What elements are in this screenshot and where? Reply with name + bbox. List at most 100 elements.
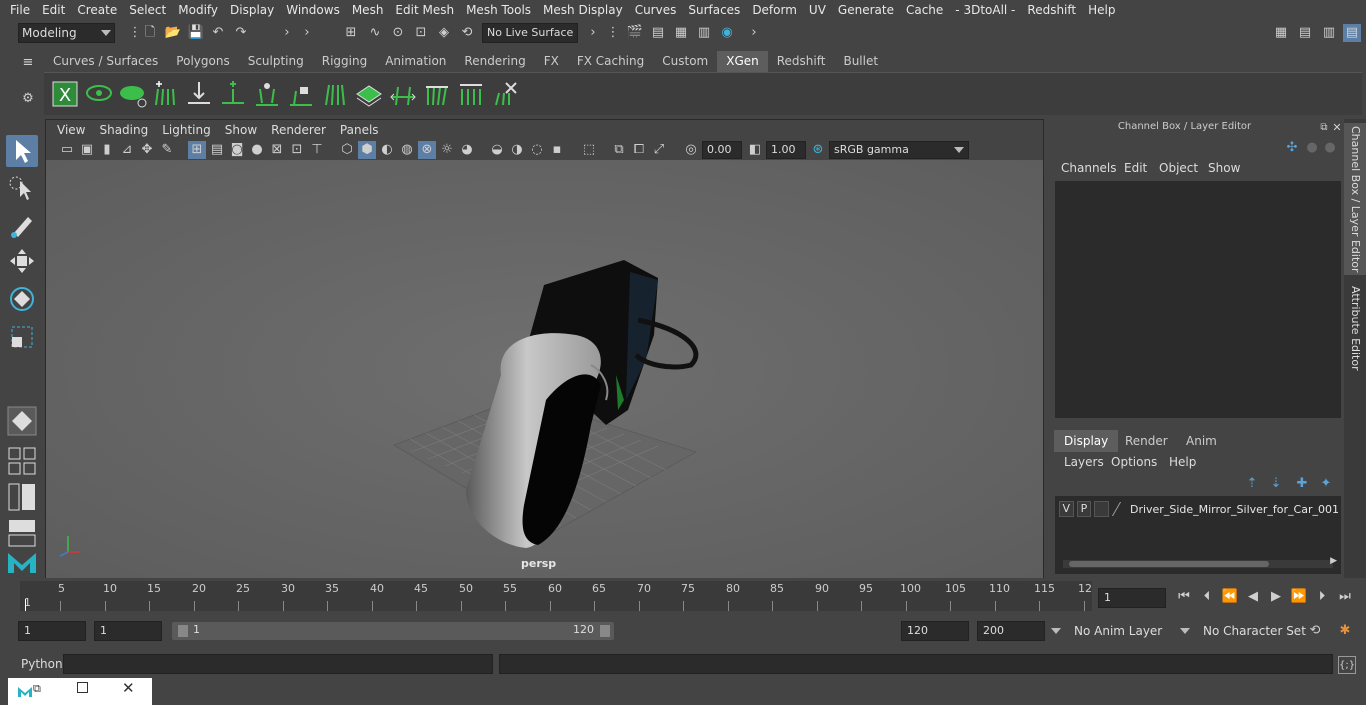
xgen-preview-icon[interactable] xyxy=(84,79,114,109)
playback-end-field[interactable]: 120 xyxy=(901,621,969,641)
layer-visibility-toggle[interactable]: V xyxy=(1059,501,1074,517)
move-layer-down-icon[interactable]: ⇣ xyxy=(1267,475,1285,493)
render-sequence-icon[interactable]: ▤ xyxy=(649,24,667,42)
xgen-place-guide-icon[interactable] xyxy=(184,79,214,109)
layer-name[interactable]: Driver_Side_Mirror_Silver_for_Car_001 xyxy=(1130,503,1339,516)
viewport-menu-shading[interactable]: Shading xyxy=(92,120,155,140)
step-forward-icon[interactable]: ⏵ xyxy=(1313,588,1331,606)
menu-curves[interactable]: Curves xyxy=(629,0,683,20)
menu-mesh-tools[interactable]: Mesh Tools xyxy=(460,0,537,20)
menu-mesh[interactable]: Mesh xyxy=(346,0,390,20)
open-scene-icon[interactable]: 📂 xyxy=(164,24,182,42)
snap-grid-icon[interactable]: ⊞ xyxy=(342,24,360,42)
step-back-icon[interactable]: ⏴ xyxy=(1198,588,1216,606)
smooth-shade-icon[interactable]: ⬢ xyxy=(358,141,376,159)
scroll-right-icon[interactable]: ▶ xyxy=(1330,556,1337,566)
render-settings-icon[interactable]: ▥ xyxy=(695,24,713,42)
go-to-end-icon[interactable]: ⏭ xyxy=(1336,588,1354,606)
restore-icon[interactable]: ⧉ xyxy=(33,682,41,696)
colorspace-select[interactable]: sRGB gamma xyxy=(829,141,969,159)
character-set-label[interactable]: No Character Set xyxy=(1203,624,1306,638)
channelbox-show-menu[interactable]: Show xyxy=(1208,161,1240,175)
bookmark-icon[interactable]: ▮ xyxy=(98,141,116,159)
anti-aliasing-icon[interactable]: ◌ xyxy=(528,141,546,159)
textured-icon[interactable]: ◍ xyxy=(398,141,416,159)
use-all-lights-icon[interactable]: ☼ xyxy=(438,141,456,159)
shelf-tab-xgen[interactable]: XGen xyxy=(717,51,768,72)
range-slider[interactable]: 1 120 xyxy=(172,622,614,640)
current-time-marker[interactable] xyxy=(25,599,26,611)
viewport-menu-view[interactable]: View xyxy=(50,120,92,140)
xgen-editor-icon[interactable]: X xyxy=(50,79,80,109)
expand-arrow-icon-2[interactable]: › xyxy=(298,24,316,42)
channel-circle-icon[interactable]: ● xyxy=(1303,139,1321,157)
chevron-down-icon[interactable] xyxy=(1051,628,1061,634)
menu-modify[interactable]: Modify xyxy=(172,0,224,20)
menu-cache[interactable]: Cache xyxy=(900,0,949,20)
script-editor-icon[interactable]: {;} xyxy=(1338,656,1356,674)
grease-pencil-icon[interactable]: ✎ xyxy=(158,141,176,159)
camera-attributes-icon[interactable]: ▣ xyxy=(78,141,96,159)
select-tool-arrow-icon[interactable] xyxy=(6,135,38,167)
four-view-layout-icon[interactable] xyxy=(6,445,38,477)
shelf-tab-redshift[interactable]: Redshift xyxy=(767,51,835,72)
close-window-icon[interactable]: ✕ xyxy=(122,679,135,697)
menu-select[interactable]: Select xyxy=(123,0,172,20)
snap-curve-icon[interactable]: ∿ xyxy=(366,24,384,42)
new-layer-icon[interactable]: ✚ xyxy=(1293,475,1311,493)
xgen-lock-guide-icon[interactable] xyxy=(286,79,316,109)
xgen-guide-eye-icon[interactable] xyxy=(252,79,282,109)
snap-surface-icon[interactable]: ◈ xyxy=(435,24,453,42)
menu-file[interactable]: File xyxy=(4,0,36,20)
expand-arrow-icon[interactable]: › xyxy=(278,24,296,42)
go-to-start-icon[interactable]: ⏮ xyxy=(1175,588,1193,606)
shelf-tab-rigging[interactable]: Rigging xyxy=(312,51,377,72)
expand-arrow-icon-3[interactable]: › xyxy=(584,24,602,42)
maximize-icon[interactable] xyxy=(77,682,88,693)
channel-box-toggle-icon[interactable]: ▤ xyxy=(1343,24,1361,42)
layer-color-swatch[interactable] xyxy=(1111,502,1131,516)
layer-tab-render[interactable]: Render xyxy=(1115,430,1178,452)
resolution-gate-icon[interactable]: ◙ xyxy=(228,141,246,159)
start-time-field[interactable]: 1 xyxy=(18,621,86,641)
frame-selection-icon[interactable]: ⧠ xyxy=(630,141,648,159)
menu-edit[interactable]: Edit xyxy=(36,0,71,20)
channelbox-object-menu[interactable]: Object xyxy=(1159,161,1198,175)
workspace-icon[interactable]: ▦ xyxy=(1272,24,1290,42)
prev-key-icon[interactable]: ⏪ xyxy=(1221,588,1239,606)
shelf-tab-fx[interactable]: FX xyxy=(534,51,568,72)
script-language-label[interactable]: Python xyxy=(21,657,63,671)
play-backwards-icon[interactable]: ◀ xyxy=(1244,588,1262,606)
undo-icon[interactable]: ↶ xyxy=(209,24,227,42)
wireframe-icon[interactable]: ⬡ xyxy=(338,141,356,159)
menu-generate[interactable]: Generate xyxy=(832,0,900,20)
xgen-groom-icon[interactable] xyxy=(456,79,486,109)
menu-uv[interactable]: UV xyxy=(803,0,832,20)
layer-playback-toggle[interactable]: P xyxy=(1076,501,1092,517)
lasso-select-icon[interactable] xyxy=(6,173,38,205)
layers-menu[interactable]: Layers xyxy=(1064,455,1104,469)
shelf-tab-rendering[interactable]: Rendering xyxy=(455,51,535,72)
perspective-viewport[interactable]: persp xyxy=(46,160,1043,578)
viewport-menu-lighting[interactable]: Lighting xyxy=(155,120,218,140)
viewport-menu-show[interactable]: Show xyxy=(218,120,264,140)
layer-scrollbar[interactable]: ▶ xyxy=(1063,556,1337,568)
ipr-render-icon[interactable]: ▦ xyxy=(672,24,690,42)
current-frame-field[interactable]: 1 xyxy=(1098,588,1166,608)
xgen-comb-icon[interactable] xyxy=(422,79,452,109)
xgen-clear-preview-icon[interactable] xyxy=(118,79,148,109)
motion-blur-icon[interactable]: ◑ xyxy=(508,141,526,159)
paint-select-icon[interactable] xyxy=(6,209,38,241)
shelf-settings-gear-icon[interactable]: ⚙ xyxy=(19,90,37,108)
menu-mesh-display[interactable]: Mesh Display xyxy=(537,0,629,20)
auto-key-icon[interactable]: ⟲ xyxy=(1306,622,1324,640)
frame-all-icon[interactable]: ⧉ xyxy=(610,141,628,159)
menu-create[interactable]: Create xyxy=(71,0,123,20)
layer-scrollbar-thumb[interactable] xyxy=(1069,561,1269,567)
shelf-tab-custom[interactable]: Custom xyxy=(653,51,718,72)
layer-tab-anim[interactable]: Anim xyxy=(1176,430,1227,452)
menu-deform[interactable]: Deform xyxy=(746,0,803,20)
depth-of-field-icon[interactable]: ▪ xyxy=(548,141,566,159)
new-layer-selected-icon[interactable]: ✦ xyxy=(1317,475,1335,493)
shadows-icon[interactable]: ◕ xyxy=(458,141,476,159)
